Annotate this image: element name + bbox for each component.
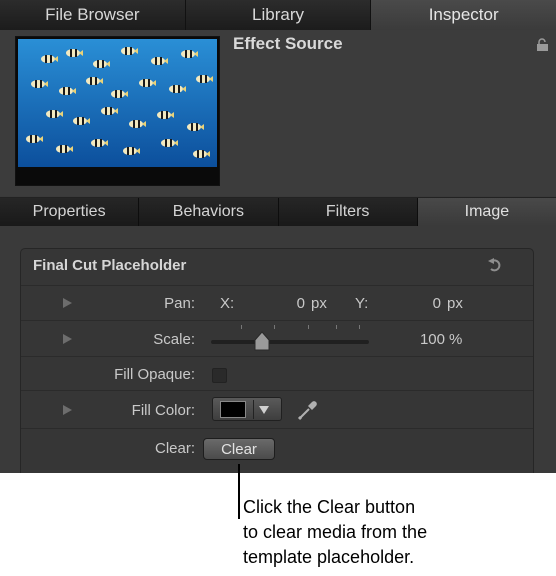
inspector-tab-bar: Properties Behaviors Filters Image	[0, 197, 556, 226]
reset-icon[interactable]	[487, 258, 503, 274]
scale-slider-tick	[274, 325, 275, 329]
pan-disclosure-triangle[interactable]	[63, 298, 72, 308]
effect-source-title: Effect Source	[233, 34, 343, 53]
tab-behaviors[interactable]: Behaviors	[139, 198, 279, 226]
pan-y-label: Y:	[355, 295, 369, 312]
pan-x-unit: px	[311, 295, 327, 312]
tab-library[interactable]: Library	[185, 0, 372, 30]
fill-opaque-label: Fill Opaque:	[114, 366, 195, 383]
pan-x-value[interactable]: 0	[285, 295, 305, 312]
scale-slider-track	[211, 340, 369, 344]
scale-value[interactable]: 100	[413, 331, 445, 348]
callout-line-2: to clear media from the	[243, 522, 428, 542]
callout-line-3: template placeholder.	[243, 547, 415, 567]
scale-label: Scale:	[153, 331, 195, 348]
fill-color-disclosure-triangle[interactable]	[63, 405, 72, 415]
pan-label: Pan:	[164, 295, 195, 312]
tab-inspector[interactable]: Inspector	[371, 0, 556, 30]
group-title: Final Cut Placeholder	[33, 257, 187, 274]
preview-thumbnail	[15, 36, 220, 186]
clear-row: Clear: Clear	[21, 428, 533, 473]
fill-color-label: Fill Color:	[131, 402, 195, 419]
callout-line	[238, 464, 240, 519]
scale-unit: %	[449, 331, 463, 348]
fill-opaque-checkbox[interactable]	[212, 368, 227, 383]
tab-image[interactable]: Image	[417, 198, 556, 226]
final-cut-placeholder-group: Final Cut Placeholder Pan: X: 0 px Y: 0 …	[20, 248, 534, 473]
tab-properties[interactable]: Properties	[0, 198, 140, 226]
inspector-header: Effect Source	[0, 30, 556, 196]
clear-button[interactable]: Clear	[203, 438, 275, 460]
scale-disclosure-triangle[interactable]	[63, 334, 72, 344]
pan-x-label: X:	[220, 295, 235, 312]
scale-slider-tick	[308, 325, 309, 329]
scale-slider-tick	[241, 325, 242, 329]
chevron-down-icon[interactable]	[259, 406, 269, 414]
top-tab-bar: File Browser Library Inspector	[0, 0, 556, 30]
clear-label: Clear:	[154, 440, 195, 457]
fill-color-well[interactable]	[212, 397, 282, 421]
pan-y-value[interactable]: 0	[421, 295, 441, 312]
preview-image	[18, 39, 217, 167]
pan-row: Pan: X: 0 px Y: 0 px	[21, 285, 533, 321]
scale-slider-tick	[359, 325, 360, 329]
scale-slider-thumb[interactable]	[253, 331, 271, 351]
inspector-panel: File Browser Library Inspector Effect So…	[0, 0, 556, 473]
fill-color-row: Fill Color:	[21, 390, 533, 429]
eyedropper-icon[interactable]	[296, 398, 320, 422]
lock-icon[interactable]	[536, 38, 550, 52]
fill-color-swatch	[220, 401, 246, 418]
scale-slider[interactable]	[211, 323, 371, 353]
scale-slider-tick	[336, 325, 337, 329]
tab-file-browser[interactable]: File Browser	[0, 0, 186, 30]
scale-row: Scale: 100 %	[21, 320, 533, 357]
color-well-divider	[253, 400, 254, 419]
callout-text: Click the Clear button to clear media fr…	[243, 495, 503, 570]
callout-line-1: Click the Clear button	[243, 497, 416, 517]
tab-filters[interactable]: Filters	[278, 198, 418, 226]
fill-opaque-row: Fill Opaque:	[21, 356, 533, 391]
pan-y-unit: px	[447, 295, 463, 312]
